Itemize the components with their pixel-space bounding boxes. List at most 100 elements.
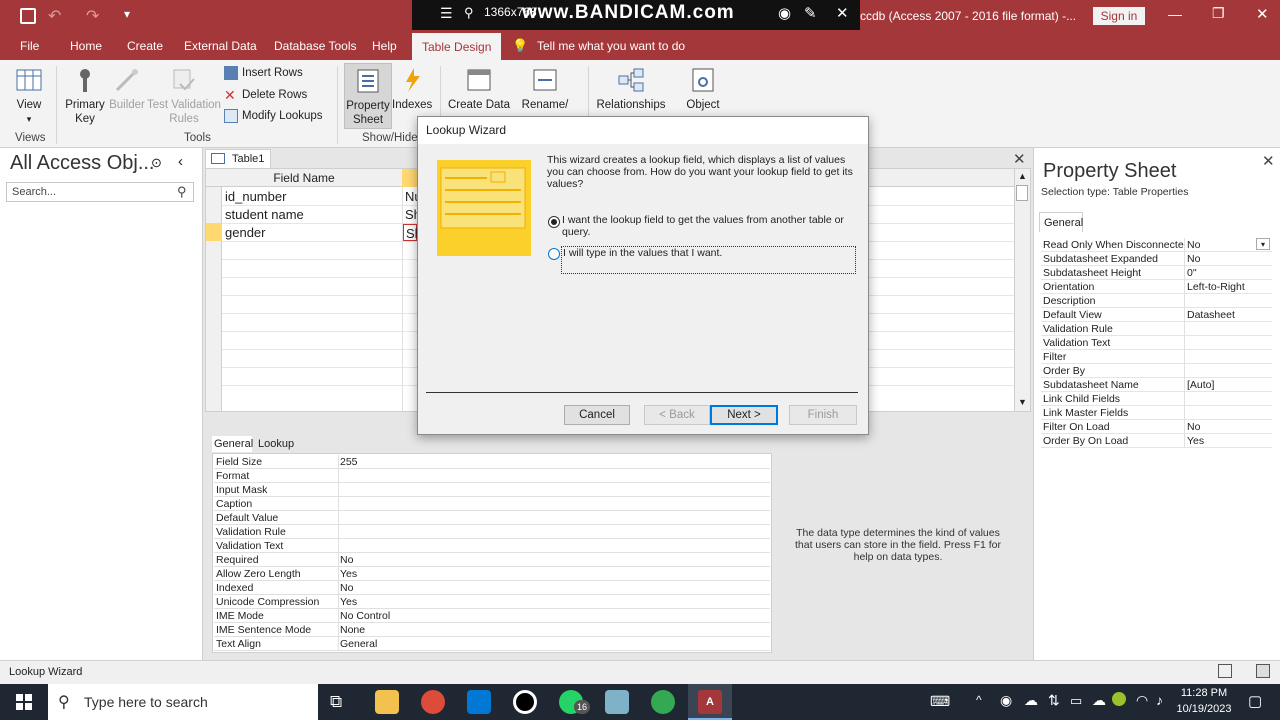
create-data-macros-button[interactable]: Create Data — [446, 66, 512, 112]
property-row[interactable]: Validation Rule — [1041, 322, 1272, 336]
chrome-icon[interactable] — [421, 690, 445, 714]
tab-field-general[interactable]: General — [212, 436, 253, 452]
close-window-icon[interactable]: ✕ — [1256, 5, 1269, 23]
undo-icon[interactable]: ↶ — [48, 6, 61, 26]
scroll-thumb[interactable] — [1016, 185, 1028, 201]
prop-value[interactable]: [Auto] — [1187, 378, 1214, 392]
prop-value[interactable]: Datasheet — [1187, 308, 1235, 322]
pencil-icon[interactable]: ✎ — [804, 4, 817, 22]
field-prop-row[interactable]: Validation Text — [214, 539, 770, 553]
property-row[interactable]: Order By — [1041, 364, 1272, 378]
property-row[interactable]: Description — [1041, 294, 1272, 308]
modify-lookups-button[interactable]: Modify Lookups — [224, 106, 323, 126]
tab-database-tools[interactable]: Database Tools — [264, 32, 367, 60]
file-explorer-icon[interactable] — [375, 690, 399, 714]
property-row[interactable]: Subdatasheet Name [Auto] — [1041, 378, 1272, 392]
property-row[interactable]: Link Child Fields — [1041, 392, 1272, 406]
property-row[interactable]: Read Only When Disconnecte No ▾ — [1041, 238, 1272, 252]
field-prop-row[interactable]: IME Mode No Control — [214, 609, 770, 623]
meet-icon[interactable]: ◉ — [1000, 692, 1012, 709]
clock-date[interactable]: 10/19/2023 — [1172, 703, 1236, 715]
tab-create[interactable]: Create — [117, 32, 173, 60]
prop-value[interactable]: None — [340, 623, 365, 637]
field-name-cell[interactable]: student name — [225, 206, 304, 224]
record-icon[interactable] — [513, 690, 537, 714]
tab-table-design[interactable]: Table Design — [412, 33, 502, 60]
cancel-button[interactable]: Cancel — [564, 405, 630, 425]
field-prop-row[interactable]: Allow Zero Length Yes — [214, 567, 770, 581]
field-prop-row[interactable]: Field Size 255 — [214, 455, 770, 469]
option-table-radio[interactable] — [548, 216, 560, 228]
primary-key-button[interactable]: Primary Key — [62, 66, 108, 126]
notification-icon[interactable]: ▢ — [1248, 692, 1262, 710]
field-prop-row[interactable]: Text Align General — [214, 637, 770, 651]
app-tray-icon[interactable] — [1112, 692, 1126, 706]
field-name-cell[interactable]: id_number — [225, 188, 286, 206]
close-table-icon[interactable]: ✕ — [1013, 150, 1026, 168]
prop-value[interactable]: No — [1187, 420, 1200, 434]
property-row[interactable]: Filter On Load No — [1041, 420, 1272, 434]
pin-icon[interactable]: ⚲ — [464, 5, 474, 21]
field-prop-row[interactable]: Input Mask — [214, 483, 770, 497]
tab-help[interactable]: Help — [362, 32, 407, 60]
tab-home[interactable]: Home — [60, 32, 112, 60]
save-icon[interactable] — [20, 8, 36, 24]
prop-value[interactable]: Yes — [340, 595, 357, 609]
prop-value[interactable]: No — [340, 553, 353, 567]
taskbar-search-box[interactable]: ⚲ Type here to search — [48, 684, 318, 720]
cloud-icon[interactable]: ☁ — [1092, 692, 1106, 709]
scroll-down-icon[interactable]: ▼ — [1018, 397, 1027, 407]
prop-value[interactable]: Left-to-Right — [1187, 280, 1245, 294]
back-button[interactable]: < Back — [644, 405, 710, 425]
nav-dropdown-icon[interactable]: ⊙ — [151, 155, 162, 171]
data-type-cell-selected[interactable]: Sh — [403, 224, 422, 241]
relationships-button[interactable]: Relationships — [594, 66, 668, 112]
field-prop-row[interactable]: Validation Rule — [214, 525, 770, 539]
restore-icon[interactable]: ❐ — [1212, 5, 1225, 22]
test-validation-button[interactable]: Test Validation Rules — [146, 66, 222, 126]
field-name-cell[interactable]: gender — [225, 224, 265, 242]
property-row[interactable]: Order By On Load Yes — [1041, 434, 1272, 448]
field-prop-row[interactable]: Format — [214, 469, 770, 483]
prop-value[interactable]: 255 — [340, 455, 358, 469]
builder-button[interactable]: Builder — [108, 66, 146, 112]
minimize-icon[interactable]: — — [1168, 6, 1182, 22]
view-dropdown-icon[interactable]: ▾ — [27, 114, 32, 124]
indexes-button[interactable]: Indexes — [392, 66, 432, 112]
collapse-nav-icon[interactable]: ‹ — [178, 153, 183, 170]
signin-button[interactable]: Sign in — [1093, 7, 1145, 25]
delete-rows-button[interactable]: ✕ Delete Rows — [224, 85, 307, 105]
prop-value[interactable]: No — [1187, 252, 1200, 266]
row-selector-current[interactable] — [206, 223, 222, 241]
property-row[interactable]: Link Master Fields — [1041, 406, 1272, 420]
scroll-up-icon[interactable]: ▲ — [1018, 171, 1027, 181]
camera-icon[interactable]: ◉ — [778, 4, 791, 22]
nav-search-box[interactable]: Search... ⚲ — [6, 182, 194, 202]
task-view-icon[interactable]: ⧉ — [330, 692, 342, 712]
prop-value[interactable]: General — [340, 637, 377, 651]
prop-value[interactable]: 0" — [1187, 266, 1197, 280]
windows-start-icon[interactable] — [16, 694, 32, 710]
option-type-label[interactable]: I will type in the values that I want. — [561, 246, 856, 274]
field-prop-row[interactable]: Indexed No — [214, 581, 770, 595]
wifi-icon[interactable]: ◠ — [1136, 692, 1148, 709]
property-row[interactable]: Subdatasheet Expanded No — [1041, 252, 1272, 266]
property-row[interactable]: Orientation Left-to-Right — [1041, 280, 1272, 294]
field-prop-row[interactable]: Caption — [214, 497, 770, 511]
tell-me-input[interactable]: Tell me what you want to do — [537, 39, 685, 53]
property-row[interactable]: Default View Datasheet — [1041, 308, 1272, 322]
insert-rows-button[interactable]: Insert Rows — [224, 63, 303, 83]
prop-value[interactable]: No Control — [340, 609, 390, 623]
grid-scrollbar[interactable]: ▲ ▼ — [1014, 169, 1030, 411]
tab-file[interactable]: File — [10, 32, 49, 60]
search-icon[interactable]: ⚲ — [177, 184, 187, 200]
field-prop-row[interactable]: Unicode Compression Yes — [214, 595, 770, 609]
clock-time[interactable]: 11:28 PM — [1176, 687, 1232, 699]
chrome-profile-icon[interactable] — [651, 690, 675, 714]
vscode-icon[interactable] — [467, 690, 491, 714]
next-button[interactable]: Next > — [710, 405, 778, 425]
datasheet-view-icon[interactable] — [1218, 664, 1232, 678]
menu-icon[interactable]: ☰ — [440, 5, 453, 22]
chevron-down-icon[interactable]: ▾ — [1256, 238, 1270, 250]
prop-value[interactable]: No — [340, 581, 353, 595]
